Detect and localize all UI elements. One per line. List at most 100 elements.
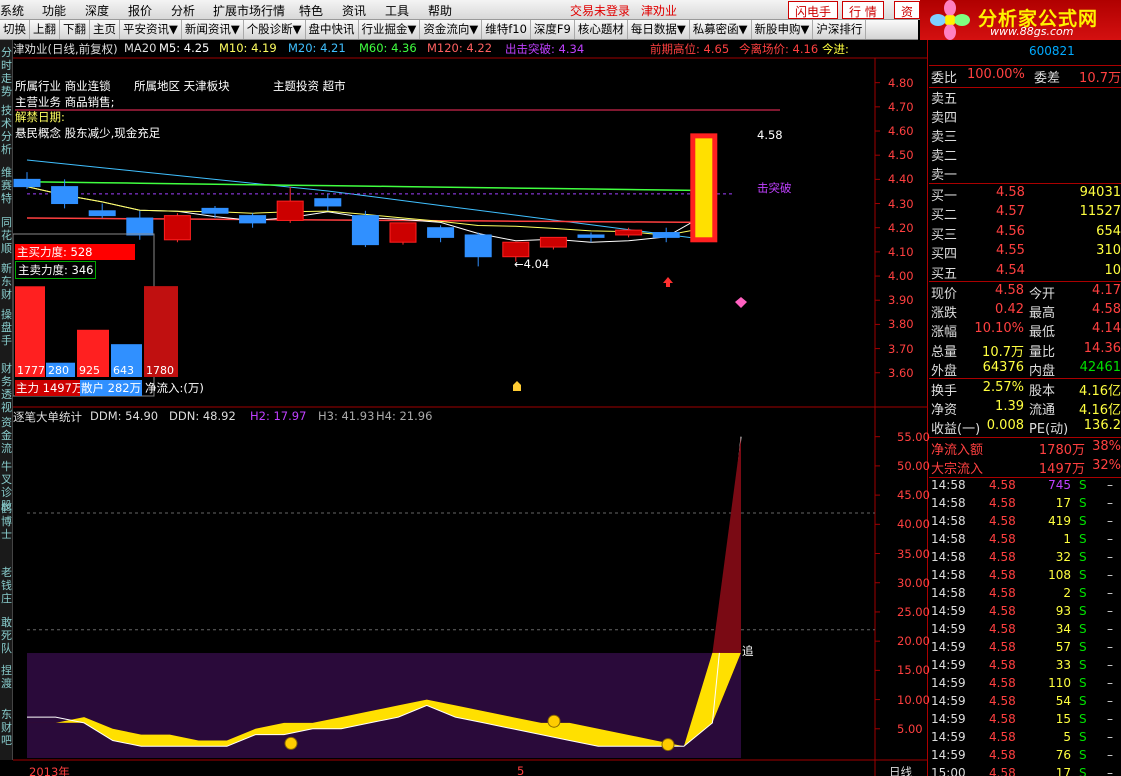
trade-tick-row: 14:58 4.58 17 S – xyxy=(929,496,1121,515)
left-tab-11[interactable]: 敢死队 xyxy=(0,616,13,655)
tick-time: 14:59 xyxy=(931,640,966,654)
tick-price: 4.58 xyxy=(989,532,1016,546)
menu-tools[interactable]: 工具 xyxy=(385,2,409,19)
tick-volume: 32 xyxy=(1055,550,1071,564)
price-tick-label: 4.80 xyxy=(888,75,914,90)
panel-separator xyxy=(929,378,1121,379)
tick-time: 14:58 xyxy=(931,532,966,546)
candle-body xyxy=(652,232,680,238)
left-tab-10[interactable]: 老钱庄 xyxy=(0,566,13,605)
left-tab-4[interactable]: 新东财 xyxy=(0,262,13,301)
flow-label: 净流入额 xyxy=(931,443,984,458)
left-tab-3[interactable]: 同花顺 xyxy=(0,216,13,255)
toolbar-industry[interactable]: 行业掘金▼ xyxy=(359,20,421,39)
bid-price: 4.54 xyxy=(996,262,1025,278)
info-theme: 主题投资 超市 xyxy=(273,79,346,93)
info-business: 主营业务 商品销售; xyxy=(15,95,115,109)
flow-label: 大宗流入 xyxy=(931,462,984,477)
left-tab-2[interactable]: 维赛特 xyxy=(0,166,13,205)
toolbar-switch[interactable]: 切换 xyxy=(0,20,30,39)
quote-button[interactable]: 行 情 xyxy=(842,1,884,19)
menu-help[interactable]: 帮助 xyxy=(428,2,452,19)
toolbar-private-letter[interactable]: 私募密函▼ xyxy=(690,20,752,39)
indicator-tick-label: 5.00 xyxy=(897,721,923,736)
trade-tick-row: 14:59 4.58 110 S – xyxy=(929,676,1121,695)
ask-label: 卖五 xyxy=(931,92,958,107)
ddm-value: DDM: 54.90 xyxy=(90,409,159,423)
left-tab-strip: 分时走势 技术分析 维赛特 同花顺 新东财 操盘手 财务透视 资金流 牛叉诊股 鹤博士 老钱庄 敢死队… xyxy=(0,40,13,760)
toolbar-page-up[interactable]: 上翻 xyxy=(30,20,60,39)
toolbar-news[interactable]: 新闻资讯▼ xyxy=(182,20,244,39)
flash-trade-button[interactable]: 闪电手 xyxy=(788,1,839,19)
toolbar-ipo[interactable]: 新股申购▼ xyxy=(752,20,814,39)
trade-tick-row: 14:59 4.58 5 S – xyxy=(929,730,1121,749)
left-tab-0[interactable]: 分时走势 xyxy=(0,46,13,98)
left-tab-6[interactable]: 财务透视 xyxy=(0,362,13,414)
menu-depth[interactable]: 深度 xyxy=(85,2,109,19)
candle-body xyxy=(539,236,567,248)
x-label-period[interactable]: 日线 xyxy=(889,764,912,776)
info-button[interactable]: 资 xyxy=(894,1,921,19)
tick-side: S xyxy=(1079,712,1087,726)
indicator-tick-label: 25.00 xyxy=(897,604,930,619)
left-tab-9[interactable]: 鹤博士 xyxy=(0,502,13,541)
toolbar-home[interactable]: 主页 xyxy=(90,20,120,39)
left-tab-5[interactable]: 操盘手 xyxy=(0,308,13,347)
tick-volume: 17 xyxy=(1055,496,1071,510)
price-tick-label: 3.70 xyxy=(888,341,914,356)
stat-value: 136.2 xyxy=(1083,418,1121,434)
low-price-label: ←4.04 xyxy=(514,257,550,271)
candle-body xyxy=(690,133,718,243)
menu-function[interactable]: 功能 xyxy=(42,2,66,19)
menu-system[interactable]: 系统 xyxy=(0,2,24,19)
tick-time: 14:59 xyxy=(931,658,966,672)
menu-quote[interactable]: 报价 xyxy=(128,2,152,19)
toolbar-fund-flow[interactable]: 资金流向▼ xyxy=(420,20,483,39)
menu-extended-market[interactable]: 扩展市场行情 xyxy=(213,2,285,19)
panel-separator xyxy=(929,437,1121,438)
bid-row: 买二 4.57 11527 xyxy=(929,204,1121,223)
tick-time: 14:58 xyxy=(931,514,966,528)
toolbar-page-down[interactable]: 下翻 xyxy=(60,20,90,39)
candle-body xyxy=(314,198,342,207)
toolbar-f9[interactable]: 深度F9 xyxy=(531,20,575,39)
quote-label: 涨跌 xyxy=(931,306,958,322)
tick-time: 14:59 xyxy=(931,712,966,726)
bid-label: 买三 xyxy=(931,227,958,243)
left-tab-12[interactable]: 捏渡 xyxy=(0,664,13,690)
menu-special[interactable]: 特色 xyxy=(299,2,323,19)
quote-row: 涨幅 10.10% 最低 4.14 xyxy=(929,321,1121,340)
tick-price: 4.58 xyxy=(989,694,1016,708)
toolbar-flash-news[interactable]: 盘中快讯 xyxy=(306,20,359,39)
flow-row: 大宗流入 1497万 32% xyxy=(929,458,1121,477)
buy-strength-label: 主买力度: 528 xyxy=(15,244,135,260)
price-tick-label: 4.60 xyxy=(888,124,914,139)
tick-dash: – xyxy=(1107,766,1113,776)
candle-body xyxy=(615,229,643,236)
toolbar-stock-diagnosis[interactable]: 个股诊断▼ xyxy=(244,20,306,39)
tick-dash: – xyxy=(1107,532,1113,546)
left-tab-1[interactable]: 技术分析 xyxy=(0,104,13,156)
left-tab-7[interactable]: 资金流 xyxy=(0,416,13,455)
stat-value: 4.16亿 xyxy=(1079,403,1121,419)
trade-tick-row: 14:58 4.58 1 S – xyxy=(929,532,1121,551)
tick-price: 4.58 xyxy=(989,658,1016,672)
toolbar-pingan-news[interactable]: 平安资讯▼ xyxy=(120,20,182,39)
toolbar-f10[interactable]: 维特f10 xyxy=(482,20,531,39)
quote-value: 64376 xyxy=(982,359,1024,375)
toolbar-daily-data[interactable]: 每日数据▼ xyxy=(628,20,690,39)
stat-label: 收益(一) xyxy=(931,422,981,438)
quote-label: 最低 xyxy=(1029,325,1056,341)
bid-price: 4.56 xyxy=(996,223,1025,239)
weibi-value: 100.00% xyxy=(967,67,1025,82)
tick-volume: 76 xyxy=(1055,748,1071,762)
flower-logo-icon xyxy=(930,0,970,40)
toolbar-core-theme[interactable]: 核心题材 xyxy=(575,20,628,39)
toolbar-ranking[interactable]: 沪深排行 xyxy=(813,20,867,39)
ask-row: 卖二 xyxy=(929,145,1121,164)
tick-price: 4.58 xyxy=(989,748,1016,762)
menu-analysis[interactable]: 分析 xyxy=(171,2,195,19)
tick-dash: – xyxy=(1107,730,1113,744)
left-tab-13[interactable]: 东财吧 xyxy=(0,708,13,747)
menu-news[interactable]: 资讯 xyxy=(342,2,366,19)
